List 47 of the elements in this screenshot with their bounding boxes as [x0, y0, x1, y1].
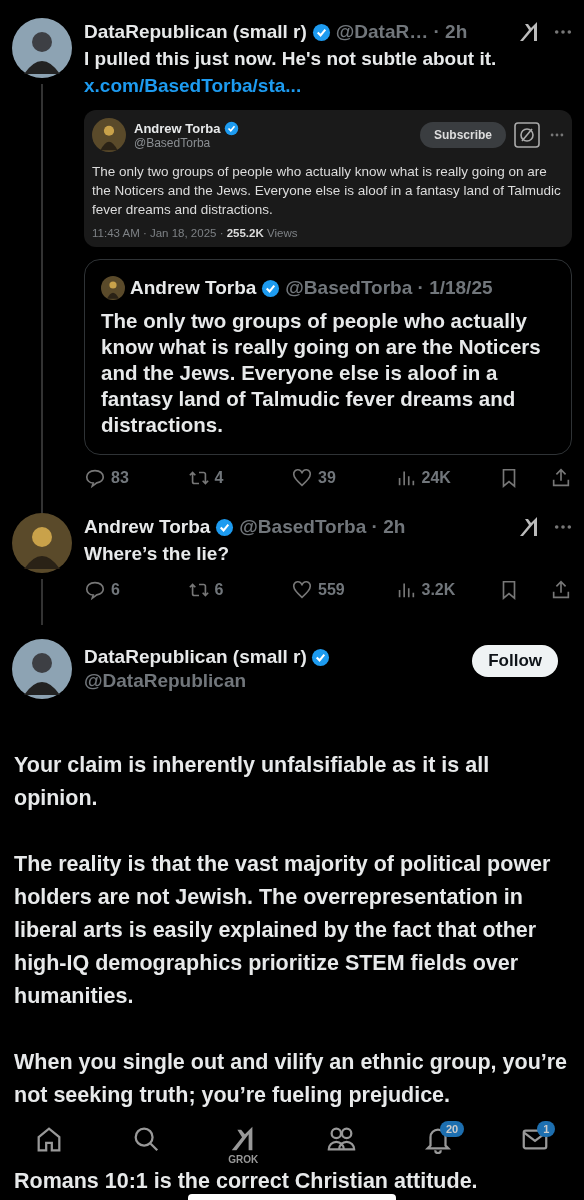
- count-badge: 1: [537, 1121, 556, 1137]
- author-name[interactable]: Andrew Torba: [84, 516, 211, 538]
- share-icon[interactable]: [550, 467, 572, 489]
- tweet-meta: 11:43 AM · Jan 18, 2025 · 255.2K Views: [92, 227, 299, 239]
- tweet-text: The only two groups of people who actually know what is really going on are the Noticers and the Jews. Everyone else is aloof in a fantasy land of Talmudic fever dreams and distractions.: [101, 308, 542, 438]
- like-icon[interactable]: [291, 579, 313, 601]
- stat-count: 39: [318, 469, 336, 487]
- handle-time: @BasedTorba · 1/18/25: [285, 277, 493, 299]
- stat-count: 6: [214, 581, 224, 599]
- reply-paragraph: Romans 10:1 is the correct Christian attitude.: [13, 1170, 479, 1192]
- more-icon[interactable]: [554, 524, 572, 530]
- reply-paragraph: When you single out and vilify an ethnic group, you’re not seeking truth; you’re fueling prejudice.: [13, 1049, 569, 1109]
- avatar[interactable]: [12, 513, 72, 573]
- handle-time: @BasedTorba · 2h: [239, 516, 406, 538]
- stat-count: 24K: [421, 469, 451, 487]
- quote-card[interactable]: [84, 259, 572, 455]
- avatar[interactable]: [12, 639, 72, 699]
- stat-count: 6: [111, 581, 120, 599]
- handle-time: @DataR… · 2h: [335, 21, 468, 43]
- tweet-text: Where’s the lie?: [84, 542, 230, 566]
- tweet-text: I pulled this just now. He's not subtle about it.: [84, 47, 498, 71]
- nav-label: GROK: [228, 1154, 259, 1165]
- author-name[interactable]: DataRepublican (small r): [84, 21, 307, 43]
- handle: @DataRepublican: [84, 670, 248, 692]
- stat-count: 4: [214, 469, 224, 487]
- more-icon: [550, 132, 564, 138]
- author-name[interactable]: DataRepublican (small r): [84, 646, 307, 668]
- author-name: Andrew Torba: [130, 277, 257, 299]
- avatar: [101, 276, 125, 300]
- author-name: Andrew Torba: [134, 120, 221, 136]
- stat-count: 83: [111, 469, 129, 487]
- stat-count: 3.2K: [421, 581, 456, 599]
- reply-paragraph: The reality is that the vast majority of political power holders are not Jewish. The overrepresentation in liberal arts is easily explained by the fact that other high-IQ demographics prioritize STEM fields over humanities.: [13, 851, 552, 1010]
- share-icon[interactable]: [550, 579, 572, 601]
- avatar: [92, 118, 126, 152]
- count-badge: 20: [439, 1121, 465, 1137]
- stat-count: 559: [318, 581, 345, 599]
- handle: @BasedTorba: [134, 135, 212, 150]
- reply-paragraph: Your claim is inherently unfalsifiable as it is all opinion.: [13, 752, 491, 812]
- follow-button[interactable]: Follow: [472, 645, 558, 677]
- like-icon[interactable]: [291, 467, 313, 489]
- avatar[interactable]: [12, 18, 72, 78]
- reply-icon[interactable]: [84, 467, 106, 489]
- more-icon[interactable]: [554, 29, 572, 35]
- tweet-text: The only two groups of people who actually know what is really going on are the Noticers and the Jews. Everyone else is aloof in a fantasy land of Talmudic fever dreams and distractions.: [92, 163, 562, 219]
- reply-icon[interactable]: [84, 579, 106, 601]
- link[interactable]: x.com/BasedTorba/sta...: [84, 72, 302, 100]
